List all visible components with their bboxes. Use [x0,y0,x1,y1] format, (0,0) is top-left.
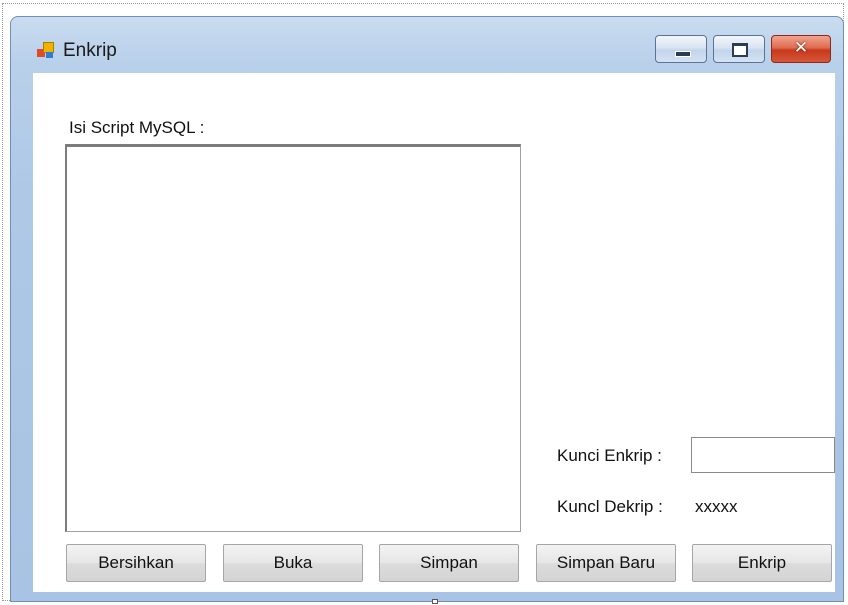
maximize-icon [732,43,748,57]
resize-handle[interactable] [432,599,438,604]
enkrip-button[interactable]: Enkrip [692,544,832,582]
buka-button[interactable]: Buka [223,544,363,582]
close-icon: ✕ [793,38,809,58]
simpan-baru-button[interactable]: Simpan Baru [536,544,676,582]
close-button[interactable]: ✕ [771,35,831,63]
maximize-button[interactable] [713,35,765,63]
form-window: Enkrip ✕ Isi Script MySQL : Kunci Enkrip… [10,16,844,602]
script-textarea[interactable] [65,144,521,532]
bersihkan-button[interactable]: Bersihkan [66,544,206,582]
form-client-area: Isi Script MySQL : Kunci Enkrip : Kuncl … [33,73,835,592]
minimize-icon [675,51,691,57]
title-bar[interactable]: Enkrip ✕ [11,17,843,73]
window-title: Enkrip [63,40,117,61]
kunci-dekrip-value: xxxxx [695,497,738,516]
kunci-enkrip-label: Kunci Enkrip : [557,446,662,465]
kunci-enkrip-input[interactable] [691,437,835,473]
minimize-button[interactable] [655,35,707,63]
kunci-dekrip-label: Kuncl Dekrip : [557,497,663,516]
simpan-button[interactable]: Simpan [379,544,519,582]
script-label: Isi Script MySQL : [69,118,205,137]
app-form-icon[interactable] [37,42,55,60]
